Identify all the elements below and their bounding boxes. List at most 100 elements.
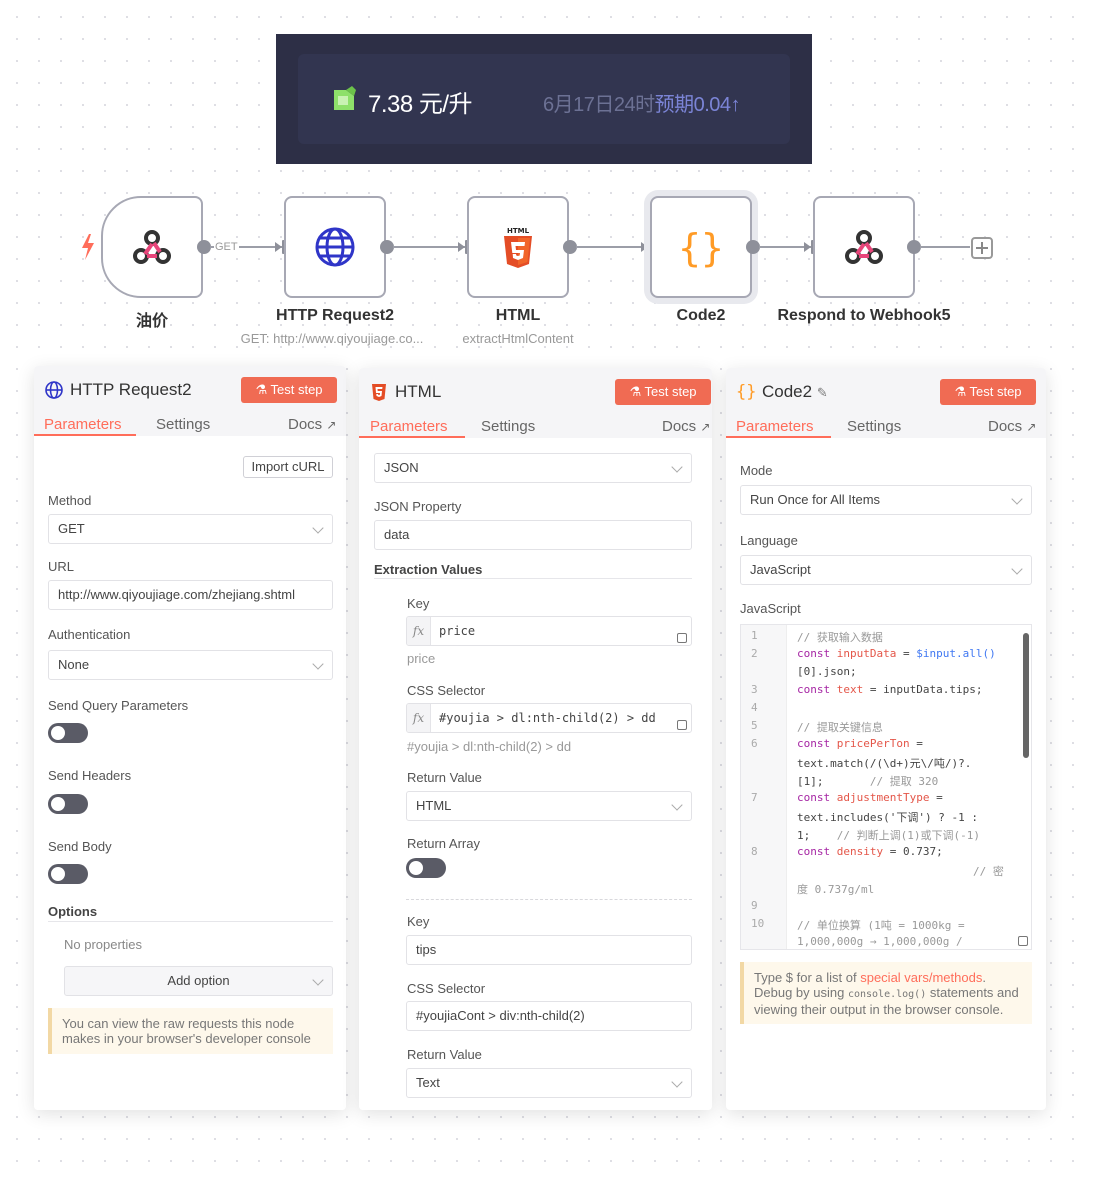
return-value-select[interactable]: HTML: [406, 791, 692, 821]
workflow-node-webhook[interactable]: [101, 196, 203, 298]
line-number: 9: [751, 899, 758, 912]
add-option-select[interactable]: Add option: [64, 966, 333, 996]
return-value-label: Return Value: [407, 1047, 482, 1062]
authentication-label: Authentication: [48, 627, 131, 642]
node-label-http-request: HTTP Request2: [276, 307, 394, 324]
workflow-node-code[interactable]: {}: [650, 196, 752, 298]
source-value: JSON: [384, 460, 419, 475]
hint-text: Type $ for a list of: [754, 970, 861, 985]
code-editor[interactable]: 1 2 3 4 5 6 7 8 9 10 // 获取输入数据 const inp…: [740, 624, 1032, 950]
external-link-icon: ↗: [326, 418, 337, 432]
code-line: [1]; // 提取 320: [797, 773, 938, 789]
import-curl-button[interactable]: Import cURL: [243, 456, 333, 478]
code-token: text: [836, 683, 864, 696]
pencil-icon[interactable]: ✎: [817, 385, 828, 400]
return-array-toggle[interactable]: [406, 858, 446, 878]
docs-link[interactable]: Docs ↗: [988, 418, 1036, 435]
line-number: 6: [751, 737, 758, 750]
language-select[interactable]: JavaScript: [740, 555, 1032, 585]
source-data-select[interactable]: JSON: [374, 453, 692, 483]
output-port[interactable]: [563, 240, 577, 254]
key-input[interactable]: tips: [406, 935, 692, 965]
code-panel: {} Code2 ✎ ⚗ Test step Parameters Settin…: [726, 368, 1046, 1110]
return-value-label: Return Value: [407, 770, 482, 785]
line-number: 8: [751, 845, 758, 858]
code-line: // 密: [973, 865, 1004, 878]
css-selector-input[interactable]: fx #youjia > dl:nth-child(2) > dd: [406, 703, 692, 733]
output-port[interactable]: [746, 240, 760, 254]
output-port[interactable]: [197, 240, 211, 254]
method-select[interactable]: GET: [48, 514, 333, 544]
test-step-button[interactable]: ⚗ Test step: [940, 379, 1036, 405]
send-query-toggle[interactable]: [48, 723, 88, 743]
tab-settings[interactable]: Settings: [156, 416, 210, 433]
workflow-node-respond-webhook[interactable]: [813, 196, 915, 298]
panel-title: HTTP Request2: [70, 380, 192, 399]
connection-arrow: [641, 242, 648, 252]
panel-body: JSON JSON Property data Extraction Value…: [359, 438, 712, 1110]
panel-title-text: Code2: [762, 382, 813, 401]
mode-label: Mode: [740, 463, 773, 478]
css-selector-label: CSS Selector: [407, 981, 486, 996]
test-step-button[interactable]: ⚗ Test step: [241, 377, 337, 403]
tab-settings[interactable]: Settings: [481, 418, 535, 435]
webhook-icon: [133, 230, 171, 264]
connection-arrow: [458, 242, 465, 252]
url-input[interactable]: http://www.qiyoujiage.com/zhejiang.shtml: [48, 580, 333, 610]
method-value: GET: [58, 521, 85, 536]
chevron-down-icon: [312, 522, 324, 534]
url-label: URL: [48, 559, 75, 574]
code-token: =: [929, 791, 943, 804]
key-label: Key: [407, 596, 430, 611]
tab-settings[interactable]: Settings: [847, 418, 901, 435]
globe-icon: [45, 381, 63, 399]
code-line: const text = inputData.tips;: [797, 683, 982, 696]
editor-scrollbar[interactable]: [1023, 633, 1029, 758]
test-step-label: Test step: [270, 382, 323, 397]
extraction-values-label: Extraction Values: [374, 562, 483, 577]
code-token: const: [797, 647, 831, 660]
expand-icon[interactable]: [677, 720, 687, 730]
key-input[interactable]: fx price: [406, 616, 692, 646]
workflow-node-http-request[interactable]: [284, 196, 386, 298]
connection-line: [920, 246, 970, 248]
css-selector-label: CSS Selector: [407, 683, 486, 698]
add-node-button[interactable]: [971, 237, 993, 259]
tab-parameters[interactable]: Parameters: [370, 418, 448, 435]
docs-link[interactable]: Docs ↗: [288, 416, 336, 433]
test-step-button[interactable]: ⚗ Test step: [615, 379, 711, 405]
return-value-select[interactable]: Text: [406, 1068, 692, 1098]
send-headers-label: Send Headers: [48, 768, 132, 783]
workflow-node-html[interactable]: HTML: [467, 196, 569, 298]
banner-inner: 7.38 元/升 6月17日24时预期0.04↑: [298, 54, 790, 144]
fuel-price: 7.38 元/升: [368, 91, 473, 118]
css-selector-input[interactable]: #youjiaCont > div:nth-child(2): [406, 1001, 692, 1031]
json-property-input[interactable]: data: [374, 520, 692, 550]
globe-icon: [315, 227, 355, 267]
connection-arrow: [804, 242, 811, 252]
code-line: // 提取关键信息: [797, 721, 883, 734]
docs-link[interactable]: Docs ↗: [662, 418, 710, 435]
mode-select[interactable]: Run Once for All Items: [740, 485, 1032, 515]
special-vars-link[interactable]: special vars/methods: [860, 970, 982, 985]
active-tab-indicator: [726, 436, 831, 438]
line-number: 1: [751, 629, 758, 642]
output-port[interactable]: [907, 240, 921, 254]
tab-parameters[interactable]: Parameters: [44, 416, 122, 433]
output-port[interactable]: [380, 240, 394, 254]
authentication-select[interactable]: None: [48, 650, 333, 680]
language-value: JavaScript: [750, 562, 811, 577]
tab-parameters[interactable]: Parameters: [736, 418, 814, 435]
fuel-can-icon: [334, 86, 356, 110]
hint-code: console.log(): [847, 989, 927, 1000]
send-headers-toggle[interactable]: [48, 794, 88, 814]
json-property-label: JSON Property: [374, 499, 462, 514]
trigger-lightning-icon: [82, 234, 94, 260]
expand-icon[interactable]: [1018, 936, 1028, 946]
key-preview: price: [407, 651, 436, 666]
key-label: Key: [407, 914, 430, 929]
code-line: // 单位换算 (1吨 = 1000kg =: [797, 919, 965, 932]
send-body-toggle[interactable]: [48, 864, 88, 884]
code-token: =: [909, 737, 923, 750]
expand-icon[interactable]: [677, 633, 687, 643]
